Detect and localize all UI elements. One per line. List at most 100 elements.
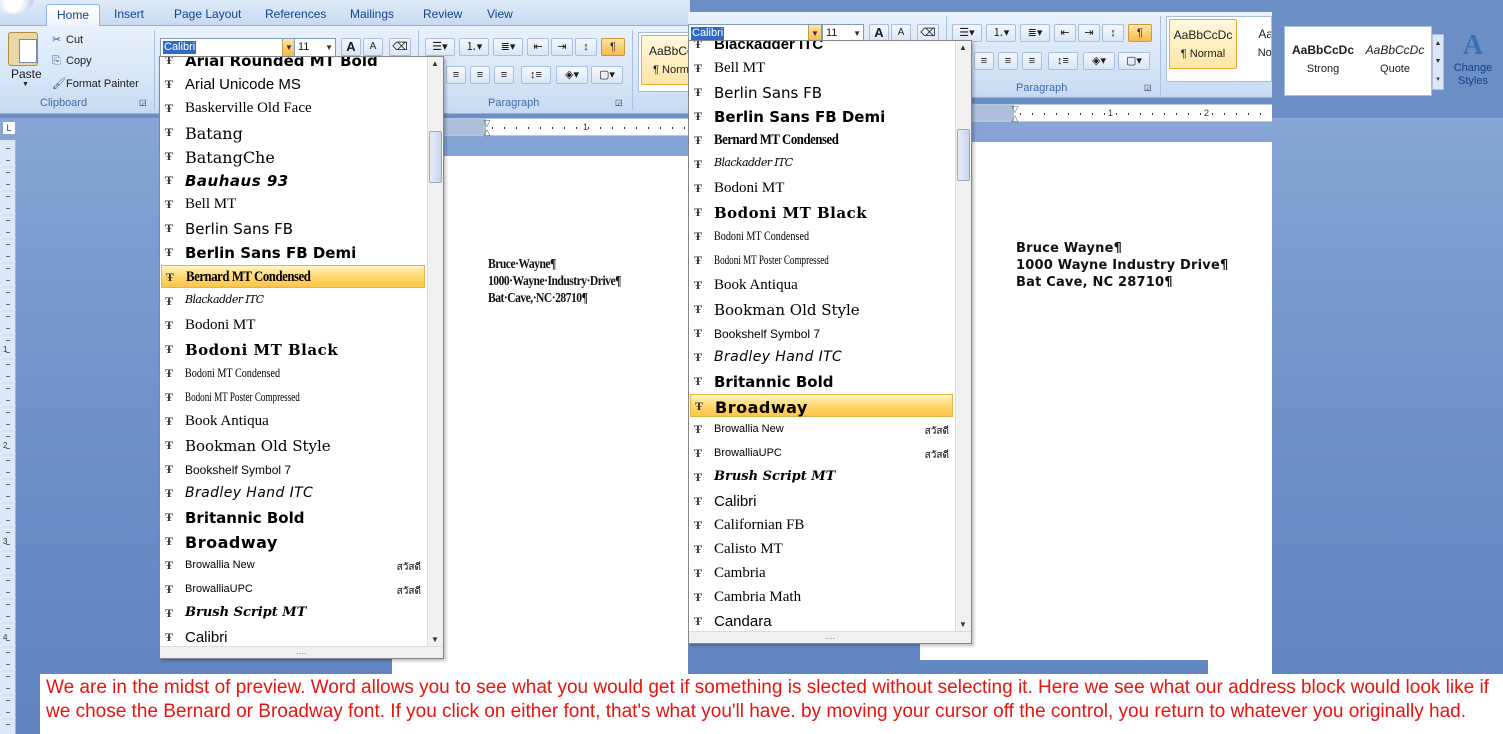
font-dropdown-right[interactable]: Ŧ Blackadder ITC Ŧ Bell MT Ŧ Berlin Sans FB Ŧ B… — [688, 40, 972, 644]
font-option[interactable]: Ŧ Bodoni MT Poster Compressed — [690, 249, 953, 272]
font-option[interactable]: Ŧ Cambria — [690, 562, 953, 585]
font-option[interactable]: Ŧ Bell MT — [161, 193, 425, 216]
increase-indent-button[interactable]: ⇥ — [551, 38, 573, 56]
tab-mailings[interactable]: Mailings — [340, 4, 404, 26]
font-option[interactable]: Ŧ Book Antiqua — [161, 410, 425, 433]
font-option[interactable]: Ŧ Bookman Old Style — [690, 298, 953, 321]
scrollbar-thumb[interactable] — [429, 131, 442, 183]
resize-grip[interactable]: .... — [160, 646, 443, 658]
font-option[interactable]: Ŧ Bookshelf Symbol 7 — [161, 458, 425, 481]
multilevel-list-button[interactable]: ≣▾ — [493, 38, 523, 56]
resize-grip[interactable]: .... — [689, 631, 971, 643]
copy-button[interactable]: ⎘ Copy — [52, 55, 92, 68]
font-option[interactable]: Ŧ BrowalliaUPC สวัสดี — [690, 442, 953, 465]
change-styles-button[interactable]: A Change Styles — [1448, 30, 1498, 94]
dropdown-scrollbar[interactable]: ▲ ▼ — [427, 57, 443, 646]
align-right-button[interactable]: ≡ — [998, 52, 1018, 70]
tab-review[interactable]: Review — [413, 4, 472, 26]
styles-scroll[interactable]: ▲ ▼ ▾ — [1432, 34, 1444, 90]
font-option[interactable]: Ŧ Bookman Old Style — [161, 434, 425, 457]
grow-font-button[interactable]: A — [341, 38, 361, 56]
font-option[interactable]: Ŧ Berlin Sans FB Demi — [690, 105, 953, 128]
font-option[interactable]: Ŧ Bauhaus 93 — [161, 169, 425, 192]
decrease-indent-button[interactable]: ⇤ — [527, 38, 549, 56]
font-option[interactable]: Ŧ Brush Script MT — [690, 466, 953, 489]
font-option[interactable]: Ŧ Bookshelf Symbol 7 — [690, 322, 953, 345]
multilevel-list-button[interactable]: ≣▾ — [1020, 24, 1050, 42]
style-quote[interactable]: AaBbCcDc Quote — [1361, 35, 1429, 85]
document-page-right[interactable] — [920, 142, 1272, 660]
format-painter-button[interactable]: 🖌Format Painter — [52, 77, 139, 90]
shading-button[interactable]: ◈▾ — [556, 66, 588, 84]
font-option[interactable]: Ŧ Bodoni MT Black — [690, 201, 953, 224]
shading-button[interactable]: ◈▾ — [1083, 52, 1115, 70]
borders-button[interactable]: ▢▾ — [591, 66, 623, 84]
font-option[interactable]: Ŧ Berlin Sans FB — [161, 217, 425, 240]
font-option[interactable]: Ŧ Arial Rounded MT Bold — [161, 57, 425, 72]
sort-button[interactable]: ↕ — [1102, 24, 1124, 42]
font-option[interactable]: Ŧ Bodoni MT Black — [161, 338, 425, 361]
tab-references[interactable]: References — [255, 4, 336, 26]
font-name-value[interactable]: Calibri — [163, 41, 197, 54]
dropdown-scrollbar[interactable]: ▲ ▼ — [955, 41, 971, 631]
font-option[interactable]: Ŧ Arial Unicode MS — [161, 73, 425, 96]
increase-indent-button[interactable]: ⇥ — [1078, 24, 1100, 42]
show-formatting-button[interactable]: ¶ — [601, 38, 625, 56]
style-normal[interactable]: AaBbCcDc ¶ Normal — [1169, 19, 1237, 69]
show-formatting-button[interactable]: ¶ — [1128, 24, 1152, 42]
scroll-up-icon[interactable]: ▲ — [959, 43, 967, 52]
style-strong[interactable]: AaBbCcDc Strong — [1289, 35, 1357, 85]
align-center-button[interactable]: ≡ — [974, 52, 994, 70]
font-size-dropdown-icon[interactable]: ▼ — [325, 39, 333, 56]
justify-button[interactable]: ≡ — [494, 66, 514, 84]
styles-gallery-left[interactable]: AaBbCc ¶ Norm — [638, 32, 701, 92]
scrollbar-thumb[interactable] — [957, 129, 970, 181]
font-option[interactable]: Ŧ Britannic Bold — [690, 370, 953, 393]
font-option[interactable]: Ŧ Broadway — [690, 393, 953, 417]
style-no-spacing[interactable]: AaBb No Sp — [1239, 19, 1271, 69]
font-option[interactable]: Ŧ Blackadder ITC — [690, 153, 953, 176]
tab-insert[interactable]: Insert — [104, 4, 154, 26]
indent-marker-icon[interactable]: ▽ △ — [482, 119, 492, 137]
align-center-button[interactable]: ≡ — [470, 66, 490, 84]
font-option[interactable]: Ŧ Bradley Hand ITC — [161, 482, 425, 505]
styles-gallery[interactable]: AaBbCcDc ¶ Normal AaBb No Sp — [1166, 16, 1272, 82]
font-dropdown-left[interactable]: Ŧ Arial Rounded MT Bold Ŧ Arial Unicode MS Ŧ… — [159, 56, 444, 659]
address-block-bernard[interactable]: Bruce·Wayne¶ 1000·Wayne·Industry·Drive¶ … — [488, 255, 621, 306]
font-option[interactable]: Ŧ Bodoni MT Poster Compressed — [161, 386, 425, 409]
font-option[interactable]: Ŧ Calibri — [690, 490, 953, 513]
font-option[interactable]: Ŧ Baskerville Old Face — [161, 97, 425, 120]
font-name-combobox[interactable]: Calibri ▼ — [160, 38, 296, 57]
line-spacing-button[interactable]: ↕≡ — [521, 66, 551, 84]
scroll-down-icon[interactable]: ▼ — [431, 635, 439, 644]
font-option[interactable]: Ŧ BatangChe — [161, 145, 425, 168]
borders-button[interactable]: ▢▾ — [1118, 52, 1150, 70]
font-option[interactable]: Ŧ Browallia New สวัสดี — [161, 554, 425, 577]
font-option[interactable]: Ŧ Blackadder ITC — [690, 41, 953, 56]
paragraph-launcher-icon[interactable]: ◲ — [615, 98, 623, 107]
paste-dropdown-icon[interactable]: ▼ — [22, 81, 29, 88]
justify-button[interactable]: ≡ — [1022, 52, 1042, 70]
clipboard-launcher-icon[interactable]: ◲ — [139, 98, 147, 107]
font-option[interactable]: Ŧ Blackadder ITC — [161, 290, 425, 313]
font-option[interactable]: Ŧ Broadway — [161, 530, 425, 553]
font-option[interactable]: Ŧ Berlin Sans FB — [690, 81, 953, 104]
styles-gallery-extra[interactable]: AaBbCcDc Strong AaBbCcDc Quote — [1284, 26, 1432, 96]
shrink-font-button[interactable]: A — [363, 38, 383, 56]
indent-marker-icon[interactable]: ▽ △ — [1010, 105, 1020, 123]
scroll-up-icon[interactable]: ▲ — [431, 59, 439, 68]
font-option[interactable]: Ŧ Calisto MT — [690, 538, 953, 561]
font-option[interactable]: Ŧ Bodoni MT Condensed — [161, 362, 425, 385]
font-name-value[interactable]: Calibri — [691, 27, 725, 40]
font-size-combobox[interactable]: 11 ▼ — [294, 38, 336, 57]
font-option[interactable]: Ŧ Brush Script MT — [161, 602, 425, 625]
font-option[interactable]: Ŧ Book Antiqua — [690, 274, 953, 297]
paste-button[interactable]: Paste — [11, 67, 42, 81]
address-block-broadway[interactable]: Bruce Wayne¶ 1000 Wayne Industry Drive¶ … — [1016, 240, 1228, 291]
paste-icon[interactable] — [8, 32, 38, 66]
font-option[interactable]: Ŧ Bodoni MT Condensed — [690, 225, 953, 248]
align-left-button[interactable]: ≡ — [446, 66, 466, 84]
bullets-button[interactable]: ☰▾ — [425, 38, 455, 56]
font-option[interactable]: Ŧ Candara — [690, 610, 953, 633]
font-option[interactable]: Ŧ Bernard MT Condensed — [690, 129, 953, 152]
